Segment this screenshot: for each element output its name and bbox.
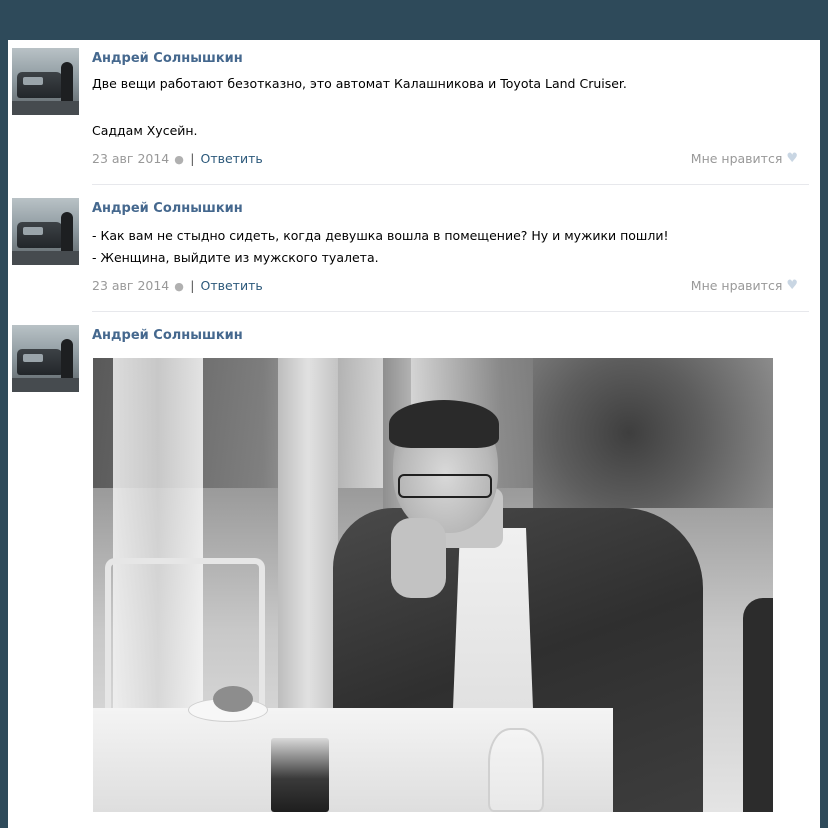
photo-wine-glass [488,728,544,812]
divider [92,311,809,312]
comment-text-line: Две вещи работают безотказно, это автома… [92,76,627,91]
author-name[interactable]: Андрей Солнышкин [92,328,243,343]
ground-shape [12,101,79,115]
ground-shape [12,378,79,392]
comment-date[interactable]: 23 авг 2014 [92,151,169,166]
photo-trees [533,358,773,508]
car-shape [17,222,63,248]
like-label: Мне нравится [690,151,783,166]
like-button[interactable]: Мне нравится ♥ [691,151,798,166]
comment-item: Андрей Солнышкин - Как вам не стыдно сид… [8,190,820,312]
ground-shape [12,251,79,265]
avatar[interactable] [12,325,79,392]
comment-item: Андрей Солнышкин Две вещи работают безот… [8,40,820,185]
heart-icon: ♥ [786,151,798,166]
reply-link[interactable]: Ответить [200,278,262,293]
reply-link[interactable]: Ответить [200,151,262,166]
person-shape [61,62,73,104]
person-shape [61,212,73,254]
avatar[interactable] [12,48,79,115]
photo-bread [213,686,253,712]
comment-text-line: Саддам Хусейн. [92,123,198,138]
car-shape [17,349,63,375]
apple-icon: ● [174,279,184,293]
comment-text-line: - Женщина, выйдите из мужского туалета. [92,250,379,265]
comment-meta: 23 авг 2014 ● | Ответить [92,278,263,293]
car-shape [17,72,63,98]
author-name[interactable]: Андрей Солнышкин [92,51,243,66]
avatar[interactable] [12,198,79,265]
comment-feed: Андрей Солнышкин Две вещи работают безот… [8,40,820,828]
attached-photo[interactable] [93,358,773,812]
comment-date[interactable]: 23 авг 2014 [92,278,169,293]
separator: | [190,278,195,293]
comment-meta: 23 авг 2014 ● | Ответить [92,151,263,166]
like-label: Мне нравится [690,278,783,293]
comment-text-line: - Как вам не стыдно сидеть, когда девушк… [92,228,669,243]
author-name[interactable]: Андрей Солнышкин [92,201,243,216]
photo-glass [271,738,329,812]
person-shape [61,339,73,381]
like-button[interactable]: Мне нравится ♥ [691,278,798,293]
heart-icon: ♥ [786,278,798,293]
separator: | [190,151,195,166]
photo-hair [389,400,499,448]
photo-person [743,598,773,812]
divider [92,184,809,185]
photo-chair [105,558,265,708]
photo-hand [391,518,446,598]
photo-glasses [398,474,492,498]
apple-icon: ● [174,152,184,166]
